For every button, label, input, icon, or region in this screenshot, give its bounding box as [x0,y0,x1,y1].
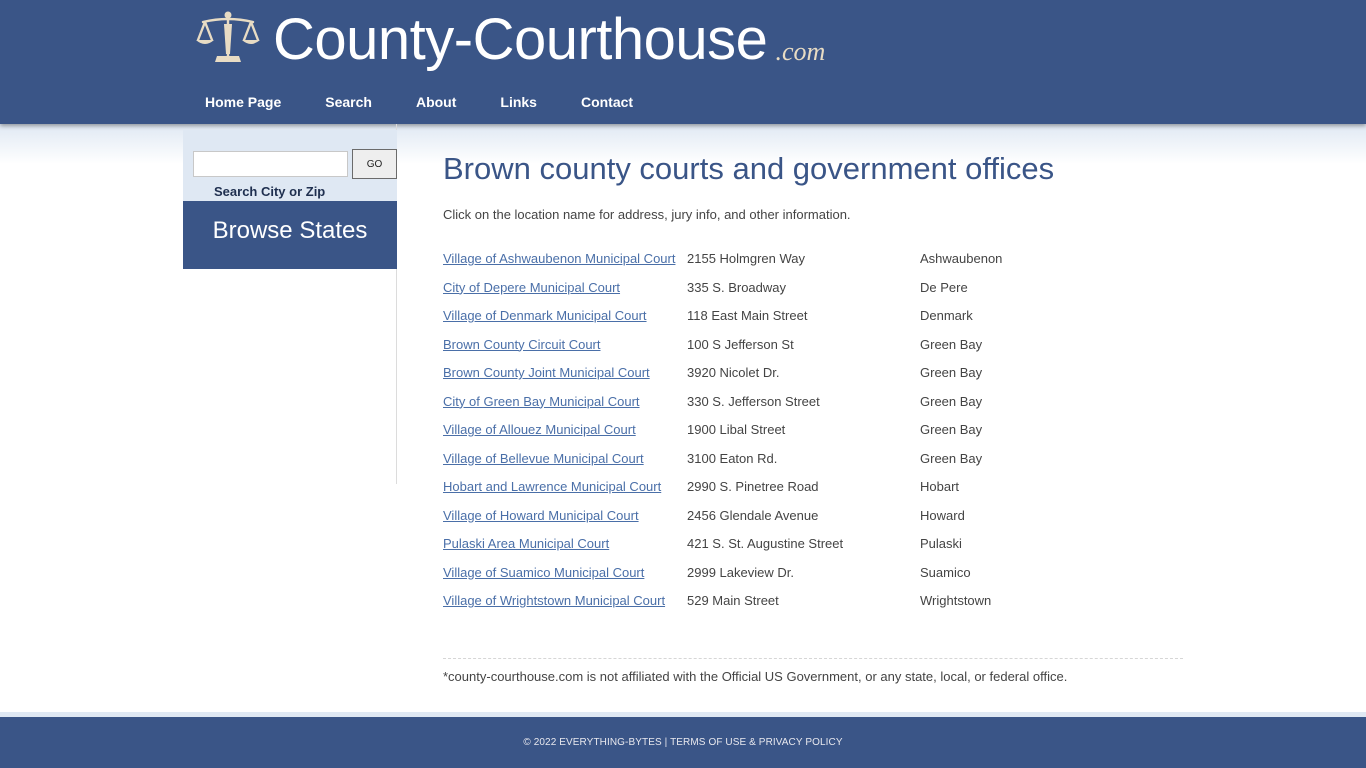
court-row: Village of Denmark Municipal Court 118 E… [443,305,1183,334]
court-row: Village of Suamico Municipal Court 2999 … [443,562,1183,591]
court-link[interactable]: Hobart and Lawrence Municipal Court [443,479,661,494]
scales-of-justice-icon [196,11,260,62]
court-row: Hobart and Lawrence Municipal Court 2990… [443,476,1183,505]
court-link[interactable]: Pulaski Area Municipal Court [443,536,609,551]
nav-about[interactable]: About [394,88,478,116]
main-nav: Home Page Search About Links Contact [183,88,655,116]
court-row: Village of Allouez Municipal Court 1900 … [443,419,1183,448]
court-city: Suamico [920,564,971,580]
court-link[interactable]: Village of Denmark Municipal Court [443,308,647,323]
court-address: 118 East Main Street [687,308,808,323]
court-link[interactable]: Brown County Joint Municipal Court [443,365,650,380]
search-go-button[interactable]: GO [352,149,397,179]
copyright-text: © 2022 EVERYTHING-BYTES [523,737,662,748]
court-address: 2999 Lakeview Dr. [687,564,794,580]
search-label: Search City or Zip [214,184,326,199]
content-divider [443,658,1183,659]
court-row: Brown County Joint Municipal Court 3920 … [443,362,1183,391]
court-row: City of Depere Municipal Court 335 S. Br… [443,277,1183,306]
court-row: Village of Howard Municipal Court 2456 G… [443,505,1183,534]
search-box: GO Search City or Zip [183,130,397,201]
court-link[interactable]: City of Green Bay Municipal Court [443,394,640,409]
court-address: 421 S. St. Augustine Street [687,536,844,551]
court-address: 100 S Jefferson St [687,336,794,352]
court-address: 2456 Glendale Avenue [687,507,819,523]
terms-privacy-link[interactable]: TERMS OF USE & PRIVACY POLICY [670,737,843,748]
court-row: Brown County Circuit Court 100 S Jeffers… [443,334,1183,363]
court-link[interactable]: Brown County Circuit Court [443,337,601,352]
browse-states-button[interactable]: Browse States [183,201,397,269]
disclaimer-text: *county-courthouse.com is not affiliated… [443,669,1068,684]
court-link[interactable]: Village of Suamico Municipal Court [443,565,644,580]
court-city: Hobart [920,479,960,494]
court-city: Wrightstown [920,593,992,608]
footer-text: © 2022 EVERYTHING-BYTES | TERMS OF USE &… [0,737,1366,748]
court-row: Village of Wrightstown Municipal Court 5… [443,590,1183,619]
court-link[interactable]: Village of Howard Municipal Court [443,508,639,523]
site-header: County-Courthouse .com Home Page Search … [0,0,1366,124]
court-address: 3100 Eaton Rd. [687,450,778,466]
footer-separator: | [661,737,671,748]
logo-text: County-Courthouse [273,7,768,72]
nav-search[interactable]: Search [303,88,394,116]
court-city: Green Bay [920,393,983,409]
nav-home-page[interactable]: Home Page [183,88,303,116]
court-address: 529 Main Street [687,593,779,608]
sidebar: GO Search City or Zip Browse States [183,124,397,484]
court-link[interactable]: Village of Allouez Municipal Court [443,422,636,437]
court-city: De Pere [920,279,968,295]
court-address: 3920 Nicolet Dr. [687,365,780,380]
court-address: 2155 Holmgren Way [687,251,806,266]
court-address: 335 S. Broadway [687,279,787,295]
court-link[interactable]: City of Depere Municipal Court [443,280,620,295]
court-city: Green Bay [920,365,983,380]
court-row: City of Green Bay Municipal Court 330 S.… [443,391,1183,420]
nav-contact[interactable]: Contact [559,88,655,116]
page-title: Brown county courts and government offic… [443,151,1055,186]
court-city: Green Bay [920,422,983,437]
logo-tld: .com [775,37,826,66]
nav-links[interactable]: Links [478,88,559,116]
site-footer: © 2022 EVERYTHING-BYTES | TERMS OF USE &… [0,717,1366,768]
court-row: Village of Bellevue Municipal Court 3100… [443,448,1183,477]
court-city: Green Bay [920,450,983,466]
court-city: Denmark [920,308,973,323]
court-address: 330 S. Jefferson Street [687,393,820,409]
court-city: Green Bay [920,336,983,352]
site-logo[interactable]: County-Courthouse .com [195,8,825,72]
court-link[interactable]: Village of Bellevue Municipal Court [443,451,644,466]
court-address: 2990 S. Pinetree Road [687,479,819,494]
court-city: Pulaski [920,536,962,551]
court-city: Howard [920,507,965,523]
city-zip-search-input[interactable] [193,151,348,177]
court-row: Village of Ashwaubenon Municipal Court 2… [443,248,1183,277]
court-row: Pulaski Area Municipal Court 421 S. St. … [443,533,1183,562]
intro-text: Click on the location name for address, … [443,207,851,222]
courts-list: Village of Ashwaubenon Municipal Court 2… [443,248,1183,619]
court-address: 1900 Libal Street [687,422,786,437]
court-link[interactable]: Village of Wrightstown Municipal Court [443,593,665,608]
court-link[interactable]: Village of Ashwaubenon Municipal Court [443,251,675,266]
court-city: Ashwaubenon [920,251,1003,266]
